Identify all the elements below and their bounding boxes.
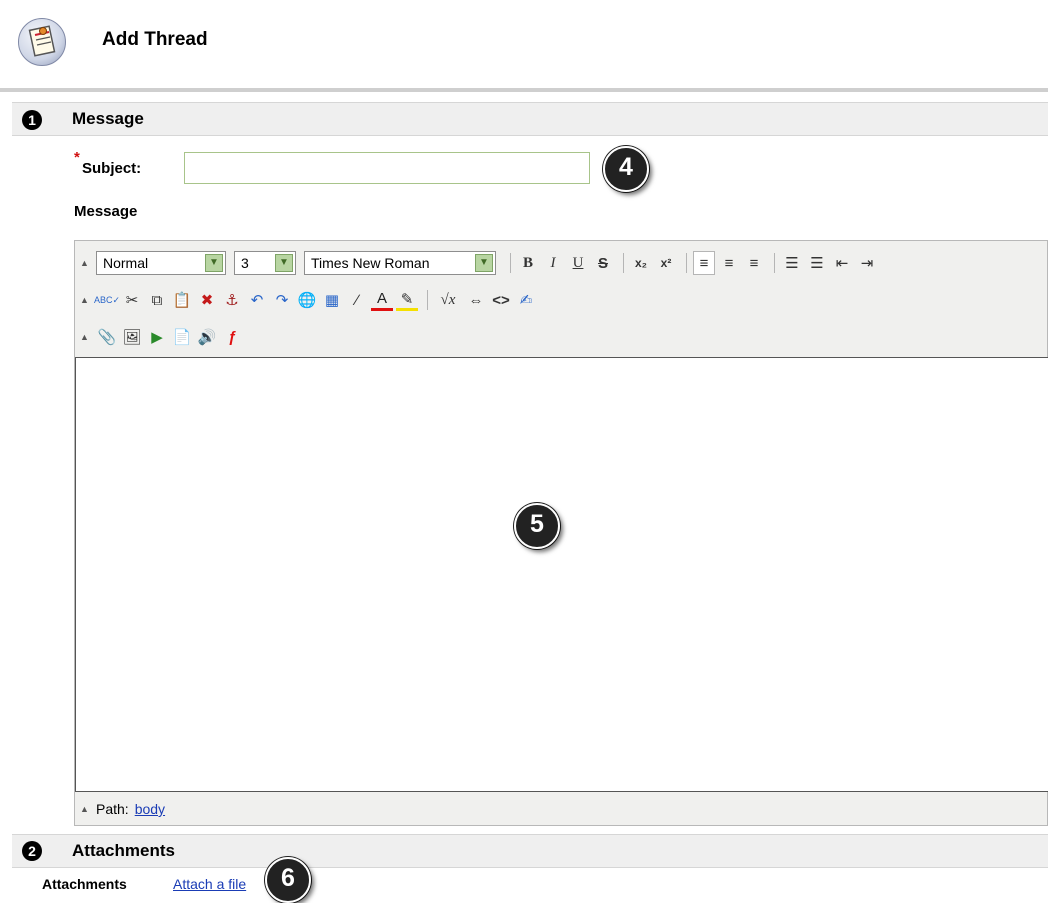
message-body-area[interactable] xyxy=(75,357,1048,792)
spell-edit-icon[interactable]: ✍ xyxy=(515,288,537,312)
outdent-button[interactable]: ⇤ xyxy=(831,251,853,275)
html-icon[interactable]: <> xyxy=(490,288,512,312)
editor-status-bar: ▲ Path: body xyxy=(80,796,165,822)
toolbar-separator xyxy=(686,253,687,273)
step-number-1: 1 xyxy=(22,110,42,130)
section-title-attachments: Attachments xyxy=(72,841,175,860)
font-select[interactable]: Times New Roman ▼ xyxy=(304,251,496,275)
redo-icon[interactable]: ↷ xyxy=(271,288,293,312)
flash-icon[interactable]: ƒ xyxy=(221,325,243,349)
callout-4: 4 xyxy=(603,146,649,192)
toolbar-row-1: ▲ Normal ▼ 3 ▼ Times New Roman ▼ B I U S… xyxy=(80,248,881,278)
align-left-button[interactable]: ≡ xyxy=(693,251,715,275)
page-title: Add Thread xyxy=(102,29,208,50)
format-select-value: Normal xyxy=(103,255,149,271)
required-marker: * xyxy=(74,149,80,166)
collapse-status-icon[interactable]: ▲ xyxy=(80,804,96,814)
toolbar-separator xyxy=(510,253,511,273)
pen-icon[interactable]: ∕ xyxy=(346,288,368,312)
section-title-message: Message xyxy=(72,109,144,128)
toolbar-row-3: ▲ 📎 🖼 ▶ 📄 🔊 ƒ xyxy=(80,322,246,352)
image-icon[interactable]: 🖼 xyxy=(121,325,143,349)
subject-label: Subject: xyxy=(82,160,142,177)
media-icon[interactable]: ▶ xyxy=(146,325,168,349)
bold-button[interactable]: B xyxy=(517,251,539,275)
italic-button[interactable]: I xyxy=(542,251,564,275)
toolbar-separator xyxy=(774,253,775,273)
unordered-list-button[interactable]: ☰ xyxy=(806,251,828,275)
cut-icon[interactable]: ✂ xyxy=(121,288,143,312)
code-embed-icon[interactable]: ⇔ xyxy=(465,288,487,312)
highlight-icon[interactable]: ✎ xyxy=(396,290,418,311)
path-label: Path: xyxy=(96,801,129,817)
discussion-thread-icon xyxy=(18,18,66,66)
size-select-value: 3 xyxy=(241,255,249,271)
math-icon[interactable]: √x xyxy=(434,288,462,312)
callout-6: 6 xyxy=(265,857,311,903)
chevron-down-icon: ▼ xyxy=(275,254,293,272)
underline-button[interactable]: U xyxy=(567,251,589,275)
chevron-down-icon: ▼ xyxy=(475,254,493,272)
callout-5: 5 xyxy=(514,503,560,549)
header-divider xyxy=(0,88,1048,92)
toolbar-row-2: ▲ ABC✓ ✂ ⧉ 📋 ✖ ⚓ ↶ ↷ 🌐 ▦ ∕ A ✎ √x ⇔ <> ✍ xyxy=(80,285,540,315)
message-label: Message xyxy=(74,203,138,220)
font-select-value: Times New Roman xyxy=(311,255,430,271)
toolbar-separator xyxy=(623,253,624,273)
undo-icon[interactable]: ↶ xyxy=(246,288,268,312)
attachments-label: Attachments xyxy=(42,876,127,892)
path-body-link[interactable]: body xyxy=(135,801,165,817)
paste-icon[interactable]: 📋 xyxy=(171,288,193,312)
strikethrough-button[interactable]: S xyxy=(592,251,614,275)
format-select[interactable]: Normal ▼ xyxy=(96,251,226,275)
ordered-list-button[interactable]: ☰ xyxy=(781,251,803,275)
attach-file-icon[interactable]: 📎 xyxy=(96,325,118,349)
audio-icon[interactable]: 🔊 xyxy=(196,325,218,349)
size-select[interactable]: 3 ▼ xyxy=(234,251,296,275)
spellcheck-icon[interactable]: ABC✓ xyxy=(94,288,120,312)
collapse-toolbar-icon[interactable]: ▲ xyxy=(80,258,96,268)
align-center-button[interactable]: ≡ xyxy=(718,251,740,275)
copy-icon[interactable]: ⧉ xyxy=(146,288,168,312)
align-right-button[interactable]: ≡ xyxy=(743,251,765,275)
link-icon[interactable]: 🌐 xyxy=(296,288,318,312)
subscript-button[interactable]: x₂ xyxy=(630,251,652,275)
anchor-icon[interactable]: ⚓ xyxy=(221,288,243,312)
subject-input[interactable] xyxy=(184,152,590,184)
table-icon[interactable]: ▦ xyxy=(321,288,343,312)
superscript-button[interactable]: x² xyxy=(655,251,677,275)
indent-button[interactable]: ⇥ xyxy=(856,251,878,275)
attach-file-link[interactable]: Attach a file xyxy=(173,876,246,892)
remove-format-icon[interactable]: ✖ xyxy=(196,288,218,312)
text-color-icon[interactable]: A xyxy=(371,290,393,311)
document-icon[interactable]: 📄 xyxy=(171,325,193,349)
step-number-2: 2 xyxy=(22,841,42,861)
chevron-down-icon: ▼ xyxy=(205,254,223,272)
collapse-toolbar-icon[interactable]: ▲ xyxy=(80,332,96,342)
toolbar-separator xyxy=(427,290,428,310)
section-bar-message xyxy=(12,102,1048,136)
